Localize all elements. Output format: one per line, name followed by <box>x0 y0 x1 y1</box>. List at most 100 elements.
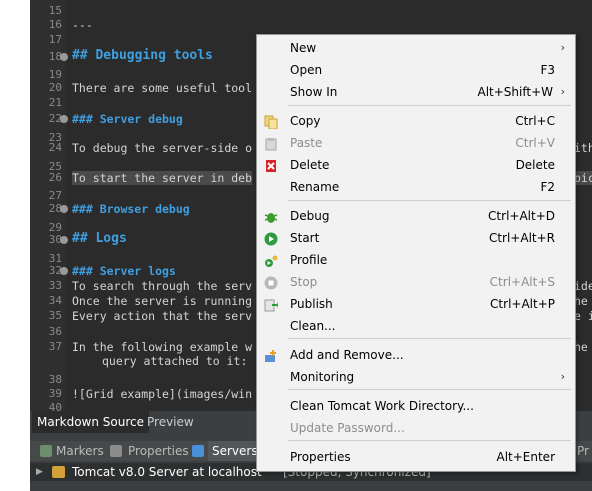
markers-icon <box>40 445 52 457</box>
server-name: Tomcat v8.0 Server at localhost <box>72 465 262 479</box>
fold-toggle-icon[interactable] <box>60 53 68 61</box>
line-number: 27 <box>48 189 62 202</box>
fold-toggle-icon[interactable] <box>60 236 68 244</box>
code-line: ### Server debug <box>72 112 183 126</box>
menu-item-start[interactable]: Start Ctrl+Alt+R <box>257 227 575 249</box>
menu-item-label: Show In <box>290 85 338 99</box>
tab-properties[interactable]: Properties <box>128 441 189 461</box>
menu-item-label: Properties <box>290 450 351 464</box>
code-line: To start the server in deb <box>72 171 253 185</box>
menu-item-clean[interactable]: Clean... <box>257 315 575 337</box>
menu-item-shortcut: Ctrl+C <box>515 114 555 128</box>
line-number: 15 <box>48 4 62 17</box>
tab-markdown-source[interactable]: Markdown Source <box>32 411 149 433</box>
line-number: 38 <box>48 373 62 386</box>
menu-item-debug[interactable]: Debug Ctrl+Alt+D <box>257 205 575 227</box>
menu-item-shortcut: Alt+Shift+W <box>477 85 554 99</box>
line-number: 35 <box>48 309 62 322</box>
code-line: There are some useful tool <box>72 81 253 95</box>
menu-item-shortcut: Ctrl+Alt+D <box>488 209 555 223</box>
expand-arrow-icon[interactable]: ▶ <box>36 463 43 481</box>
menu-item-publish[interactable]: Publish Ctrl+Alt+P <box>257 293 575 315</box>
code-line: To debug the server-side o <box>72 141 253 155</box>
line-number: 26 <box>48 171 62 184</box>
line-number: 18 <box>48 50 62 63</box>
menu-item-monitoring[interactable]: Monitoring › <box>257 366 575 388</box>
menu-item-shortcut: Ctrl+Alt+S <box>489 275 555 289</box>
code-line-fragment: he <box>574 294 588 308</box>
line-number: 33 <box>48 279 62 292</box>
menu-item-shortcut: Alt+Enter <box>496 450 555 464</box>
tab-right-partial[interactable]: Pr <box>577 441 589 461</box>
menu-item-copy[interactable]: Copy Ctrl+C <box>257 110 575 132</box>
menu-item-label: Rename <box>290 180 340 194</box>
menu-separator <box>288 440 571 441</box>
code-line-fragment: ith <box>574 141 592 155</box>
fold-toggle-icon[interactable] <box>60 205 68 213</box>
menu-item-rename[interactable]: Rename F2 <box>257 176 575 198</box>
menu-item-add-and-remove[interactable]: Add and Remove... <box>257 344 575 366</box>
menu-item-update-password[interactable]: Update Password... <box>257 417 575 439</box>
code-line: query attached to it: <box>102 354 248 368</box>
code-line-fragment: ide <box>574 279 592 293</box>
stop-icon <box>264 275 278 290</box>
code-line: ### Browser debug <box>72 202 190 216</box>
submenu-arrow-icon: › <box>560 370 565 383</box>
fold-toggle-icon[interactable] <box>60 267 68 275</box>
menu-item-shortcut: F3 <box>540 63 555 77</box>
line-number: 16 <box>48 18 62 31</box>
menu-separator <box>288 338 571 339</box>
delete-icon <box>264 158 278 172</box>
line-number: 17 <box>48 33 62 46</box>
menu-item-label: Copy <box>290 114 321 128</box>
menu-item-label: Stop <box>290 275 318 289</box>
menu-item-shortcut: Ctrl+V <box>515 136 555 150</box>
menu-item-stop[interactable]: Stop Ctrl+Alt+S <box>257 271 575 293</box>
menu-item-new[interactable]: New › <box>257 37 575 59</box>
menu-item-label: Clean Tomcat Work Directory... <box>290 399 474 413</box>
properties-icon <box>110 445 122 457</box>
menu-item-open[interactable]: Open F3 <box>257 59 575 81</box>
menu-separator <box>288 105 571 106</box>
line-number: 36 <box>48 325 62 338</box>
tab-markers[interactable]: Markers <box>56 441 104 461</box>
tab-servers[interactable]: Servers <box>208 441 262 461</box>
menu-item-show-in[interactable]: Show In Alt+Shift+W › <box>257 81 575 103</box>
line-number: 19 <box>48 68 62 81</box>
menu-item-label: Update Password... <box>290 421 405 435</box>
menu-separator <box>288 389 571 390</box>
tab-preview[interactable]: Preview <box>142 411 199 433</box>
fold-toggle-icon[interactable] <box>60 115 68 123</box>
code-line: ## Debugging tools <box>72 48 213 63</box>
code-line-fragment: e i <box>574 309 592 323</box>
menu-item-properties[interactable]: Properties Alt+Enter <box>257 446 575 468</box>
menu-item-label: Add and Remove... <box>290 348 404 362</box>
tomcat-server-icon <box>52 466 65 478</box>
line-number: 28 <box>48 202 62 215</box>
line-number: 32 <box>48 264 62 277</box>
menu-item-profile[interactable]: Profile <box>257 249 575 271</box>
line-number: 22 <box>48 112 62 125</box>
code-line: Every action that the serv <box>72 309 253 323</box>
menu-item-label: Start <box>290 231 320 245</box>
line-number: 37 <box>48 340 62 353</box>
menu-item-clean-tomcat-work-directory[interactable]: Clean Tomcat Work Directory... <box>257 395 575 417</box>
line-number: 21 <box>48 96 62 109</box>
profile-icon <box>264 253 278 267</box>
add-remove-icon <box>264 348 278 362</box>
code-line: ### Server logs <box>72 264 176 278</box>
eclipse-window: 15 16 17 18 19 20 21 22 23 24 25 26 27 28 29 30 31 32 33 34… <box>0 0 592 491</box>
line-number: 20 <box>48 81 62 94</box>
menu-item-label: New <box>290 41 317 55</box>
menu-item-label: Open <box>290 63 323 77</box>
menu-item-label: Delete <box>290 158 330 172</box>
menu-item-paste[interactable]: Paste Ctrl+V <box>257 132 575 154</box>
paste-icon <box>264 136 278 151</box>
code-line-fragment: he <box>574 340 588 354</box>
line-number-gutter: 15 16 17 18 19 20 21 22 23 24 25 26 27 28 29 30 31 32 33 34… <box>30 0 68 411</box>
menu-item-label: Debug <box>290 209 330 223</box>
line-number: 39 <box>48 387 62 400</box>
line-number: 24 <box>48 141 62 154</box>
menu-item-delete[interactable]: Delete Delete <box>257 154 575 176</box>
publish-icon <box>264 297 278 312</box>
